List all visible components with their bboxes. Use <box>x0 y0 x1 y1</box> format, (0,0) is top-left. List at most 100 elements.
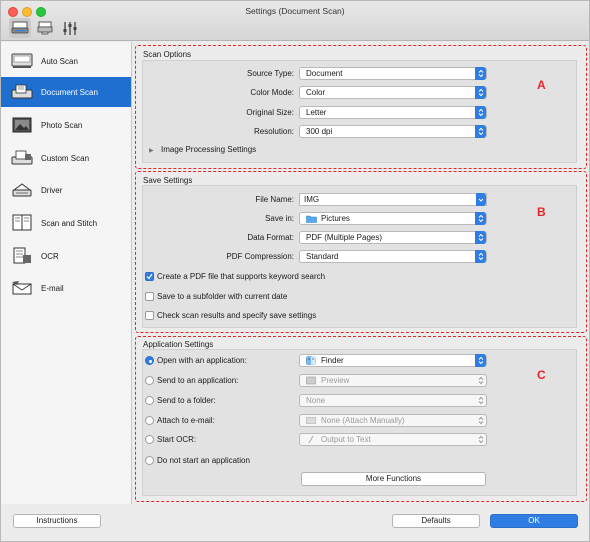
updown-arrows-icon <box>475 433 486 446</box>
data-format-label: Data Format: <box>247 233 294 242</box>
sidebar-item-label: Document Scan <box>41 87 98 97</box>
sidebar-item-custom-scan[interactable]: Custom Scan <box>1 143 131 173</box>
sidebar-item-driver[interactable]: Driver <box>1 175 131 205</box>
sidebar-item-photo-scan[interactable]: Photo Scan <box>1 110 131 140</box>
pdf-compression-select[interactable]: Standard <box>299 250 487 263</box>
original-size-select[interactable]: Letter <box>299 106 487 119</box>
email-client-icon <box>306 417 316 424</box>
open-with-app-radio[interactable] <box>145 356 154 365</box>
sidebar-item-ocr[interactable]: OCR <box>1 241 131 271</box>
sidebar-item-label: Scan and Stitch <box>41 218 98 228</box>
sidebar-item-email[interactable]: E-mail <box>1 273 131 303</box>
data-format-select[interactable]: PDF (Multiple Pages) <box>299 231 487 244</box>
scanner-icon <box>37 21 53 35</box>
attach-email-radio[interactable] <box>145 416 154 425</box>
sidebar-item-label: E-mail <box>41 283 64 293</box>
scan-settings-icon <box>11 21 29 34</box>
send-to-app-value: Preview <box>321 376 350 385</box>
instructions-button[interactable]: Instructions <box>13 514 101 528</box>
scanner-tab[interactable] <box>34 18 56 38</box>
keyword-search-label: Create a PDF file that supports keyword … <box>157 272 326 281</box>
do-not-start-radio[interactable] <box>145 456 154 465</box>
updown-arrows-icon <box>475 67 486 80</box>
application-settings-title: Application Settings <box>143 340 214 349</box>
resolution-value: 300 dpi <box>306 127 333 136</box>
scan-options-title: Scan Options <box>143 50 192 59</box>
general-settings-tab[interactable] <box>59 18 81 38</box>
subfolder-date-checkbox[interactable] <box>145 292 154 301</box>
auto-scan-icon <box>10 51 34 71</box>
open-with-app-label: Open with an application: <box>157 356 247 365</box>
send-to-folder-select[interactable]: None <box>299 394 487 407</box>
start-ocr-value: Output to Text <box>321 435 371 444</box>
file-name-label: File Name: <box>255 195 294 204</box>
send-to-app-radio[interactable] <box>145 376 154 385</box>
disclosure-triangle-icon[interactable]: ▶ <box>149 147 154 154</box>
chevron-down-icon[interactable] <box>476 193 486 206</box>
updown-arrows-icon <box>475 374 486 387</box>
source-type-select[interactable]: Document <box>299 67 487 80</box>
resolution-select[interactable]: 300 dpi <box>299 125 487 138</box>
sidebar-item-label: Auto Scan <box>41 56 78 66</box>
color-mode-value: Color <box>306 88 326 97</box>
do-not-start-label: Do not start an application <box>157 456 250 465</box>
document-scan-icon <box>10 82 34 102</box>
checkmark-icon <box>146 273 153 280</box>
sidebar-item-auto-scan[interactable]: Auto Scan <box>1 46 131 76</box>
preview-app-icon <box>306 376 316 385</box>
resolution-label: Resolution: <box>253 127 294 136</box>
window-title: Settings (Document Scan) <box>245 6 345 16</box>
settings-window: Settings (Document Scan) Auto Scan Docum… <box>0 0 590 542</box>
email-icon <box>10 278 34 298</box>
more-functions-button[interactable]: More Functions <box>301 472 486 486</box>
image-processing-settings-toggle[interactable]: Image Processing Settings <box>161 145 256 154</box>
file-name-input[interactable]: IMG <box>299 193 487 206</box>
ocr-icon <box>10 246 34 266</box>
ok-button[interactable]: OK <box>490 514 578 528</box>
driver-icon <box>10 180 34 200</box>
file-name-value: IMG <box>304 195 320 204</box>
color-mode-select[interactable]: Color <box>299 86 487 99</box>
start-ocr-radio[interactable] <box>145 435 154 444</box>
attach-email-label: Attach to e-mail: <box>157 416 215 425</box>
check-scan-results-checkbox[interactable] <box>145 311 154 320</box>
defaults-button[interactable]: Defaults <box>392 514 480 528</box>
updown-arrows-icon <box>475 212 486 225</box>
pdf-compression-value: Standard <box>306 252 339 261</box>
start-ocr-label: Start OCR: <box>157 435 197 444</box>
custom-scan-icon <box>10 148 34 168</box>
title-bar: Settings (Document Scan) <box>1 1 589 41</box>
photo-scan-icon <box>10 115 34 135</box>
attach-email-select[interactable]: None (Attach Manually) <box>299 414 487 427</box>
original-size-label: Original Size: <box>246 108 294 117</box>
ocr-output-icon <box>308 435 314 444</box>
callout-label-b: B <box>537 205 546 219</box>
color-mode-label: Color Mode: <box>250 88 294 97</box>
sidebar-item-document-scan[interactable]: Document Scan <box>1 77 131 107</box>
updown-arrows-icon <box>475 354 486 367</box>
save-in-value: Pictures <box>321 214 350 223</box>
send-to-folder-radio[interactable] <box>145 396 154 405</box>
open-with-app-select[interactable]: Finder <box>299 354 487 367</box>
send-to-app-select[interactable]: Preview <box>299 374 487 387</box>
updown-arrows-icon <box>475 231 486 244</box>
sidebar-item-label: Driver <box>41 185 63 195</box>
scan-stitch-icon <box>10 213 34 233</box>
attach-email-value: None (Attach Manually) <box>321 416 405 425</box>
updown-arrows-icon <box>475 394 486 407</box>
sidebar-item-label: Photo Scan <box>41 120 83 130</box>
keyword-search-checkbox[interactable] <box>145 272 154 281</box>
folder-icon <box>306 215 317 223</box>
send-to-folder-label: Send to a folder: <box>157 396 216 405</box>
sidebar-item-scan-and-stitch[interactable]: Scan and Stitch <box>1 208 131 238</box>
save-in-select[interactable]: Pictures <box>299 212 487 225</box>
scan-settings-tab[interactable] <box>9 18 31 38</box>
pdf-compression-label: PDF Compression: <box>226 252 294 261</box>
updown-arrows-icon <box>475 86 486 99</box>
subfolder-date-label: Save to a subfolder with current date <box>157 292 288 301</box>
open-with-app-value: Finder <box>321 356 344 365</box>
updown-arrows-icon <box>475 125 486 138</box>
start-ocr-select[interactable]: Output to Text <box>299 433 487 446</box>
sidebar-item-label: Custom Scan <box>41 153 90 163</box>
updown-arrows-icon <box>475 106 486 119</box>
